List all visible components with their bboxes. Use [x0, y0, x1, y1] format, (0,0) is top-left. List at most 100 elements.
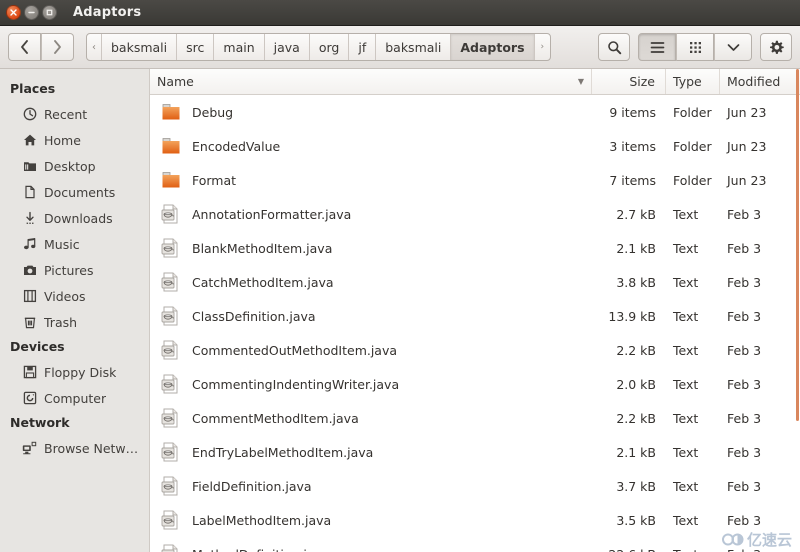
file-manager-window: Adaptors ‹ baksmali src main java org jf: [0, 0, 800, 552]
file-name-label: BlankMethodItem.java: [192, 240, 333, 256]
file-name-label: FieldDefinition.java: [192, 478, 312, 494]
table-row[interactable]: Format 7 items Folder Jun 23: [150, 163, 800, 197]
sidebar-item-label: Music: [44, 236, 80, 252]
scrollbar-thumb[interactable]: [796, 69, 799, 421]
table-row[interactable]: CatchMethodItem.java 3.8 kB Text Feb 3: [150, 265, 800, 299]
column-header-modified[interactable]: Modified: [720, 69, 800, 94]
file-name-label: EncodedValue: [192, 138, 281, 154]
file-modified-cell: Feb 3: [727, 478, 762, 494]
camera-icon: [22, 263, 37, 278]
breadcrumb-overflow[interactable]: ‹: [87, 34, 102, 60]
sidebar-item-music[interactable]: Music: [0, 231, 149, 257]
table-row[interactable]: ClassDefinition.java 13.9 kB Text Feb 3: [150, 299, 800, 333]
maximize-button[interactable]: [42, 5, 57, 20]
sidebar: Places Recent Home Desktop Documents Dow…: [0, 69, 150, 552]
folder-icon: [160, 101, 182, 123]
column-header-type[interactable]: Type: [666, 69, 720, 94]
table-row[interactable]: MethodDefinition.java 22.6 kB Text Feb 3: [150, 537, 800, 552]
file-name-cell: CommentedOutMethodItem.java: [150, 339, 592, 361]
document-icon: [22, 185, 37, 200]
file-type-cell: Text: [673, 512, 699, 528]
table-row[interactable]: CommentMethodItem.java 2.2 kB Text Feb 3: [150, 401, 800, 435]
file-type-cell: Text: [673, 376, 699, 392]
view-list-button[interactable]: [638, 33, 676, 61]
vertical-scrollbar[interactable]: [796, 69, 800, 552]
file-name-label: MethodDefinition.java: [192, 547, 330, 552]
breadcrumb-item-adaptors[interactable]: Adaptors: [451, 34, 535, 60]
file-name-label: CommentingIndentingWriter.java: [192, 376, 400, 392]
table-row[interactable]: FieldDefinition.java 3.7 kB Text Feb 3: [150, 469, 800, 503]
sidebar-item-desktop[interactable]: Desktop: [0, 153, 149, 179]
table-row[interactable]: CommentedOutMethodItem.java 2.2 kB Text …: [150, 333, 800, 367]
table-row[interactable]: Debug 9 items Folder Jun 23: [150, 95, 800, 129]
table-row[interactable]: EndTryLabelMethodItem.java 2.1 kB Text F…: [150, 435, 800, 469]
file-modified-cell: Feb 3: [727, 410, 762, 426]
table-row[interactable]: AnnotationFormatter.java 2.7 kB Text Feb…: [150, 197, 800, 231]
view-grid-button[interactable]: [676, 33, 714, 61]
file-size-cell: 3.5 kB: [616, 512, 656, 528]
sidebar-item-documents[interactable]: Documents: [0, 179, 149, 205]
forward-button[interactable]: [41, 33, 74, 61]
search-button[interactable]: [598, 33, 630, 61]
file-modified-cell: Jun 23: [727, 138, 767, 154]
folder-icon: [160, 169, 182, 191]
settings-button[interactable]: [760, 33, 792, 61]
file-type-cell: Folder: [673, 104, 712, 120]
sidebar-item-pictures[interactable]: Pictures: [0, 257, 149, 283]
breadcrumb-item-java[interactable]: java: [265, 34, 310, 60]
back-button[interactable]: [8, 33, 41, 61]
file-name-label: CommentMethodItem.java: [192, 410, 359, 426]
file-size-cell: 2.1 kB: [616, 444, 656, 460]
breadcrumb-next[interactable]: ›: [535, 34, 551, 60]
file-size-cell: 2.0 kB: [616, 376, 656, 392]
desktop-folder-icon: [22, 159, 37, 174]
breadcrumb-item-baksmali-2[interactable]: baksmali: [376, 34, 452, 60]
breadcrumb-item-jf[interactable]: jf: [349, 34, 377, 60]
column-header-name[interactable]: Name ▼: [150, 69, 592, 94]
file-name-cell: EndTryLabelMethodItem.java: [150, 441, 592, 463]
table-row[interactable]: BlankMethodItem.java 2.1 kB Text Feb 3: [150, 231, 800, 265]
sidebar-heading-devices: Devices: [10, 339, 65, 354]
file-size-cell: 2.2 kB: [616, 410, 656, 426]
table-row[interactable]: EncodedValue 3 items Folder Jun 23: [150, 129, 800, 163]
view-options-button[interactable]: [714, 33, 752, 61]
column-header-size[interactable]: Size: [592, 69, 666, 94]
chevron-left-icon: [21, 40, 28, 54]
breadcrumb-item-src[interactable]: src: [177, 34, 215, 60]
close-button[interactable]: [6, 5, 21, 20]
file-size-cell: 3.7 kB: [616, 478, 656, 494]
file-type-cell: Text: [673, 342, 699, 358]
sidebar-item-label: Desktop: [44, 158, 96, 174]
file-type-cell: Text: [673, 240, 699, 256]
file-name-cell: LabelMethodItem.java: [150, 509, 592, 531]
file-modified-cell: Jun 23: [727, 104, 767, 120]
sidebar-item-home[interactable]: Home: [0, 127, 149, 153]
file-name-cell: MethodDefinition.java: [150, 543, 592, 552]
sidebar-item-recent[interactable]: Recent: [0, 101, 149, 127]
sidebar-item-trash[interactable]: Trash: [0, 309, 149, 335]
file-size-cell: 2.2 kB: [616, 342, 656, 358]
file-rows: Debug 9 items Folder Jun 23 EncodedValue…: [150, 95, 800, 552]
sidebar-item-browse-network[interactable]: Browse Netw…: [0, 435, 149, 461]
java-file-icon: [160, 237, 182, 259]
minimize-button[interactable]: [24, 5, 39, 20]
table-row[interactable]: LabelMethodItem.java 3.5 kB Text Feb 3: [150, 503, 800, 537]
sidebar-item-downloads[interactable]: Downloads: [0, 205, 149, 231]
sidebar-heading-network: Network: [10, 415, 70, 430]
sidebar-item-label: Trash: [44, 314, 78, 330]
breadcrumb-item-baksmali[interactable]: baksmali: [102, 34, 178, 60]
sidebar-item-computer[interactable]: Computer: [0, 385, 149, 411]
file-type-cell: Folder: [673, 172, 712, 188]
breadcrumb-item-main[interactable]: main: [214, 34, 265, 60]
table-row[interactable]: CommentingIndentingWriter.java 2.0 kB Te…: [150, 367, 800, 401]
column-header-row: Name ▼ Size Type Modified: [150, 69, 800, 95]
java-file-icon: [160, 509, 182, 531]
sidebar-item-floppy-disk[interactable]: Floppy Disk: [0, 359, 149, 385]
file-type-cell: Text: [673, 206, 699, 222]
file-type-cell: Text: [673, 478, 699, 494]
close-icon: [10, 9, 17, 16]
sidebar-item-videos[interactable]: Videos: [0, 283, 149, 309]
breadcrumb-item-org[interactable]: org: [310, 34, 350, 60]
search-icon: [607, 40, 621, 54]
gear-icon: [769, 40, 784, 54]
